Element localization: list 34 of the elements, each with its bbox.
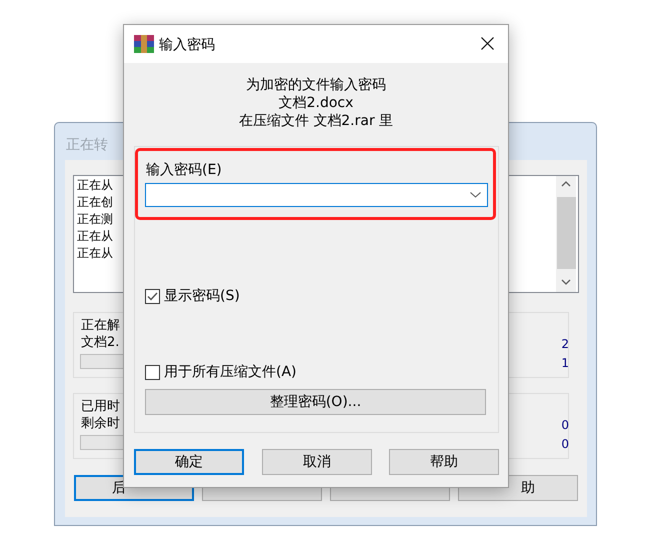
dialog-button[interactable]: 帮助 [389,449,499,475]
checkbox[interactable] [145,365,160,380]
archive-icon [134,35,154,53]
window-title: 正在转 [66,136,108,155]
log-line: 正在测 [77,211,113,228]
organize-button[interactable]: 整理密码(O)... [145,389,486,415]
log-line: 正在从 [77,245,113,262]
password-field[interactable] [145,183,488,207]
dropdown-icon[interactable] [470,192,481,198]
elapsed-label: 已用时 [81,398,120,416]
time-value: 0 [561,417,569,434]
field-label: 输入密码(E) [146,161,222,180]
dialog-button[interactable]: 取消 [262,449,372,475]
log-line: 正在创 [77,194,113,211]
count-value: 2 [561,336,569,353]
checkbox-label: 显示密码(S) [164,287,240,306]
default-button[interactable]: 确定 [134,449,244,475]
checkbox-label: 用于所有压缩文件(A) [164,363,297,382]
scroll-thumb[interactable] [556,197,576,269]
message-line: 为加密的文件输入密码 [246,76,386,94]
file-name: 文档2. [81,334,120,352]
scroll-up-icon[interactable] [561,181,571,187]
log-line: 正在从 [77,177,113,194]
checkbox[interactable] [145,289,160,304]
close-icon[interactable] [481,37,494,50]
message-line: 文档2.docx [278,94,354,112]
message-line: 在压缩文件 文档2.rar 里 [238,112,394,130]
remaining-label: 剩余时 [81,415,120,433]
count-value: 1 [561,355,569,372]
log-line: 正在从 [77,228,113,245]
time-value: 0 [561,436,569,453]
scroll-down-icon[interactable] [561,279,571,285]
status-label: 正在解 [81,317,120,335]
dialog-title: 输入密码 [159,36,215,55]
